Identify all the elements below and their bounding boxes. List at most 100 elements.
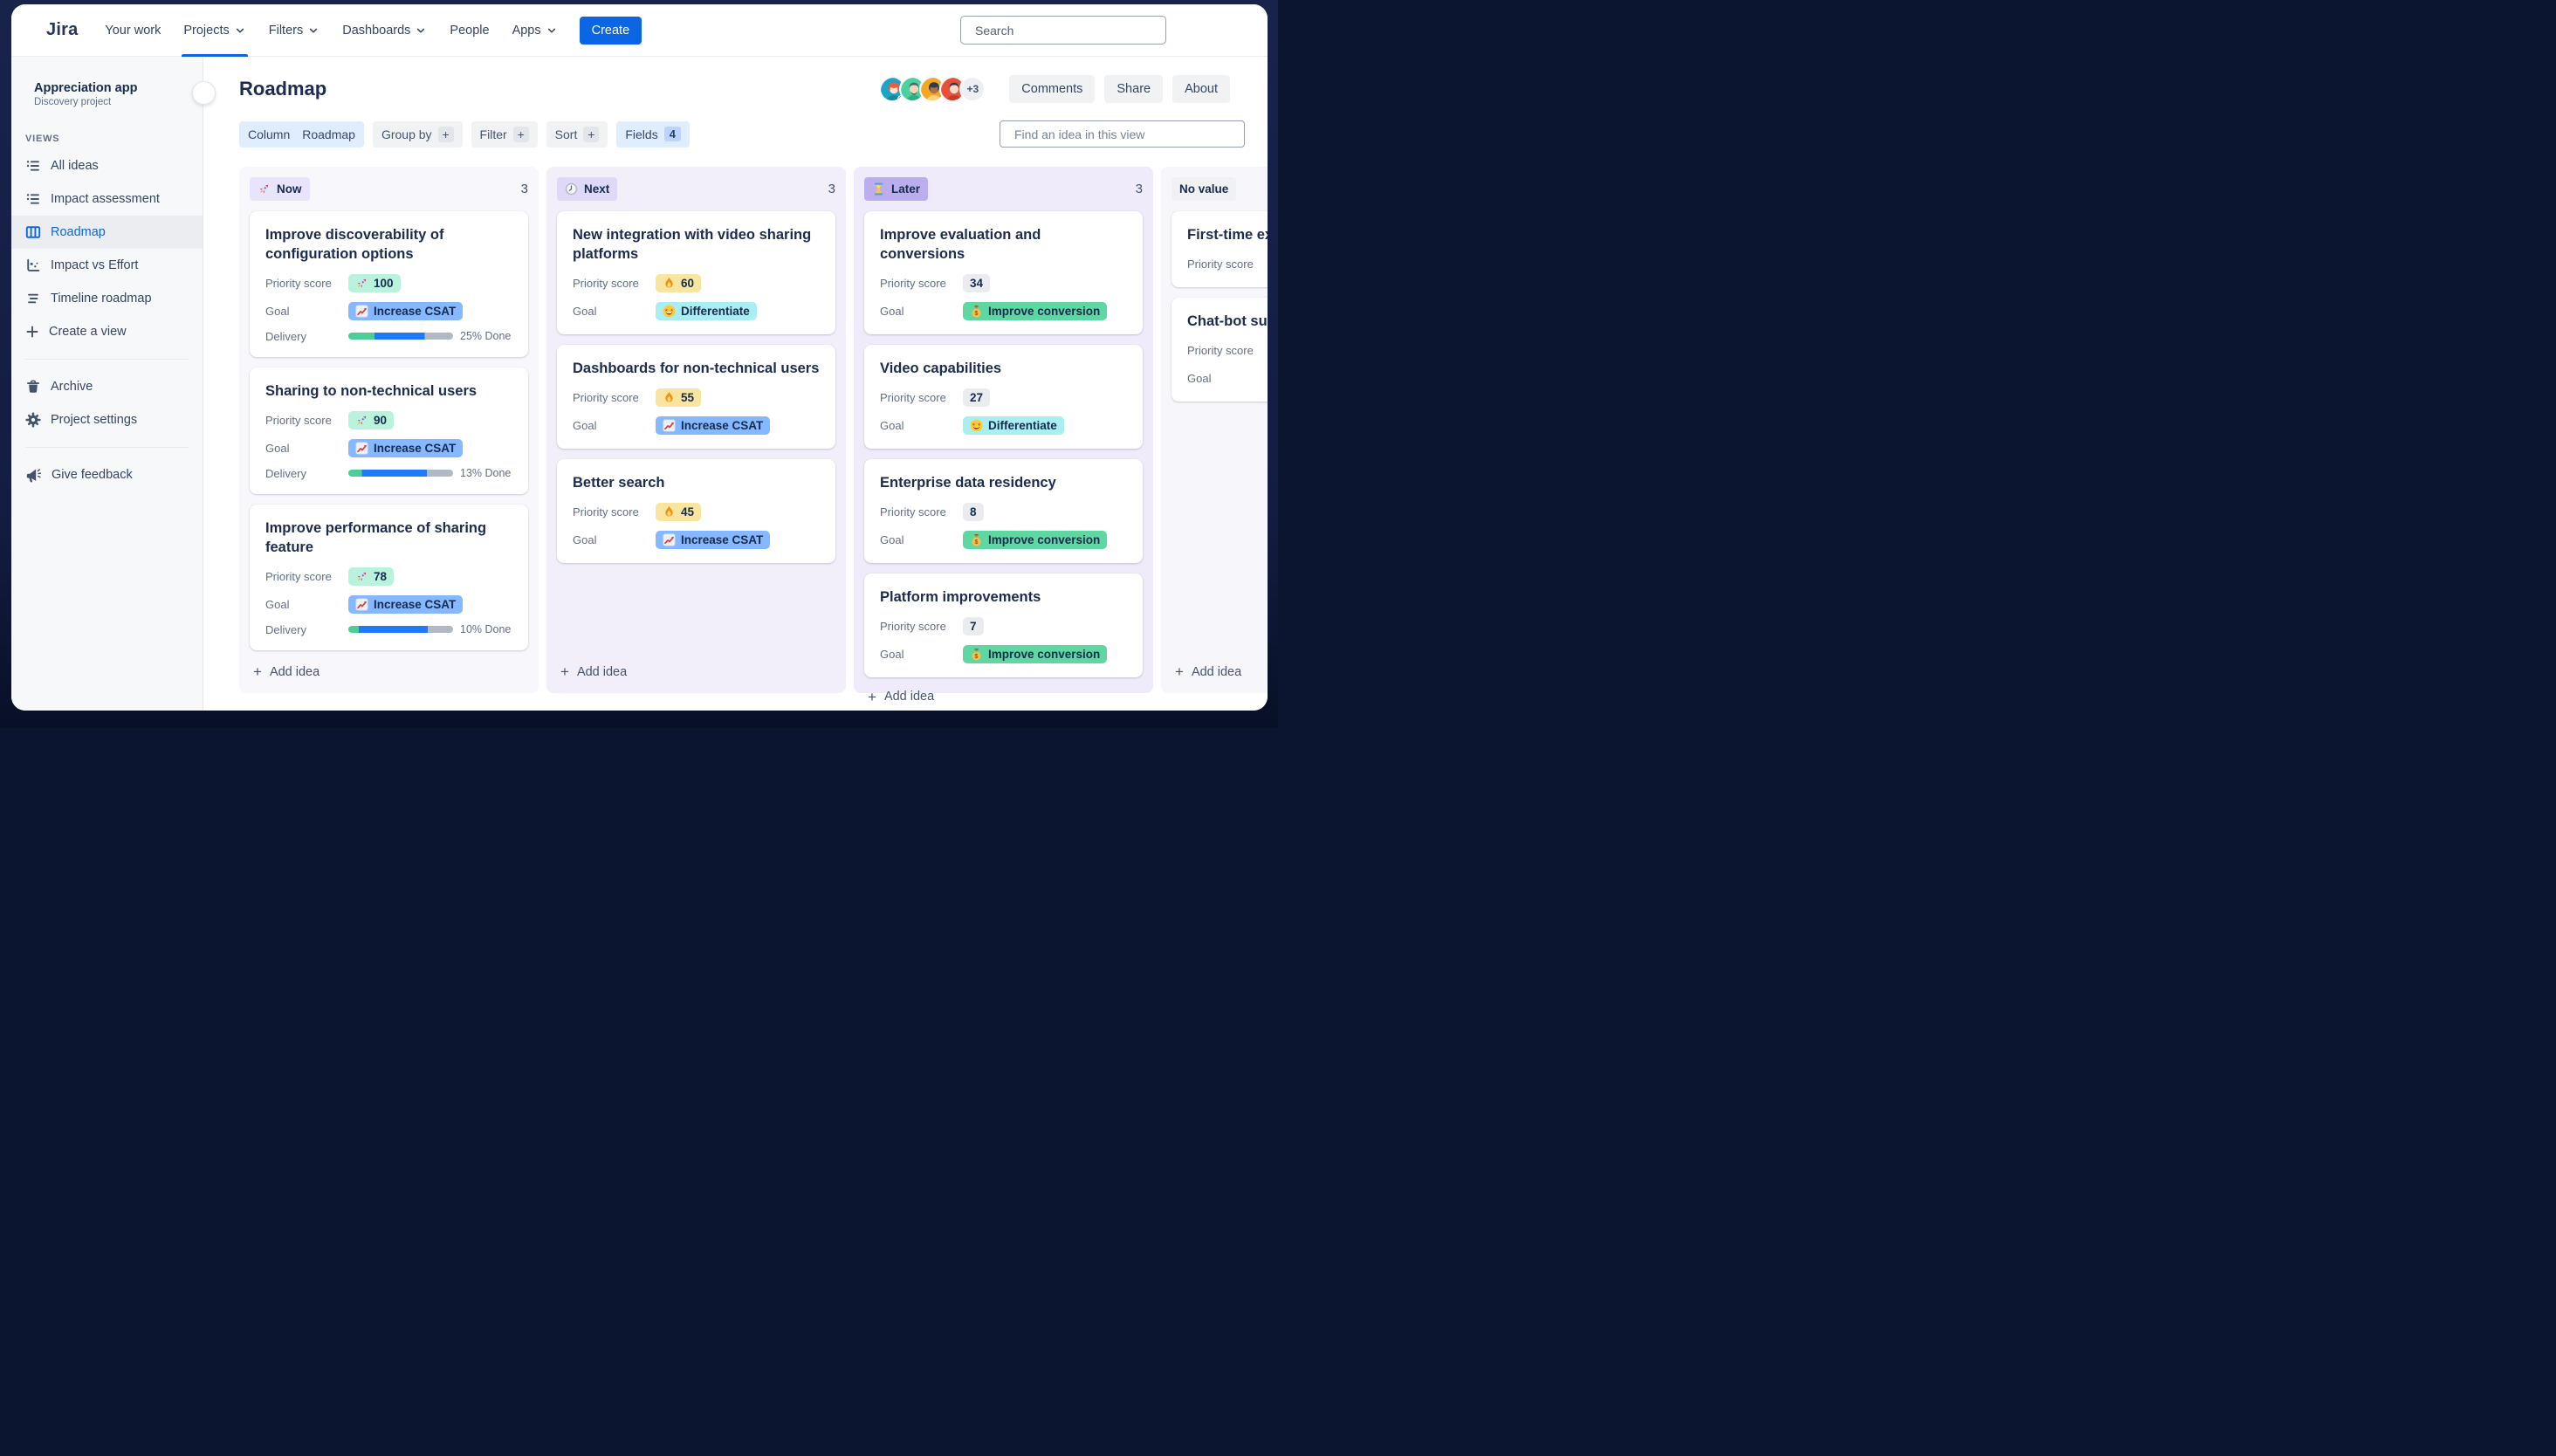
chart-increasing-icon	[355, 305, 368, 318]
svg-text:★: ★	[972, 422, 976, 428]
idea-card[interactable]: Improve performance of sharing feature Pr…	[250, 504, 528, 650]
idea-card[interactable]: Improve evaluation and conversions Priori…	[864, 211, 1143, 334]
nav-item-your-work[interactable]: Your work	[105, 4, 161, 57]
find-idea-search[interactable]	[1000, 120, 1245, 148]
idea-card[interactable]: First-time ex Priority score6	[1172, 211, 1268, 287]
priority-score-row: Priority score 78	[265, 567, 512, 586]
chip-sort[interactable]: Sort +	[546, 120, 608, 148]
view-content: Roadmap +3 Comments Share About Column Roa…	[203, 57, 1268, 711]
idea-card[interactable]: Platform improvements Priority score 7 Goal…	[864, 573, 1143, 677]
sidebar-item-project-settings[interactable]: Project settings	[11, 403, 203, 436]
jira-logo[interactable]: Jira	[41, 20, 78, 40]
comments-button[interactable]: Comments	[1009, 75, 1096, 103]
trash-icon	[25, 379, 41, 395]
field-label: Goal	[880, 304, 904, 318]
contributor-avatars[interactable]: +3	[879, 76, 986, 102]
goal-row: Goal $ Improve conversion	[880, 644, 1127, 663]
sidebar-item-create-a-view[interactable]: Create a view	[11, 315, 203, 348]
nav-item-label: Your work	[105, 23, 161, 38]
create-button[interactable]: Create	[579, 16, 642, 45]
sidebar-item-give-feedback[interactable]: Give feedback	[11, 458, 203, 491]
field-label: Goal	[880, 532, 904, 546]
sidebar-collapse-button[interactable]	[192, 81, 216, 105]
add-idea-label: Add idea	[883, 690, 935, 704]
goal-label: Increase CSAT	[681, 418, 764, 432]
sidebar-item-roadmap[interactable]: Roadmap	[11, 216, 203, 249]
top-navbar: Jira Your work Projects Filters Dashboards P…	[11, 4, 1268, 57]
sidebar-item-label: Roadmap	[51, 225, 106, 239]
goal-badge: Increase CSAT	[656, 530, 771, 549]
idea-card-title: New integration with video sharing platf…	[573, 227, 812, 262]
add-idea-button[interactable]: + Add idea	[1172, 652, 1268, 683]
field-label: Goal	[265, 441, 290, 455]
nav-item-dashboards[interactable]: Dashboards	[342, 4, 427, 57]
list-icon	[25, 191, 41, 207]
add-idea-label: Add idea	[576, 664, 628, 679]
project-header[interactable]: Appreciation app Discovery project	[11, 81, 203, 107]
sidebar-item-impact-vs-effort[interactable]: Impact vs Effort	[11, 249, 203, 282]
priority-score-row: Priority score6	[1187, 255, 1268, 273]
roadmap-board: Now 3 Improve discoverability of configura…	[239, 167, 1268, 711]
goal-label: Increase CSAT	[681, 532, 764, 546]
priority-score-row: Priority score 8	[880, 502, 1127, 521]
scatter-icon	[25, 258, 41, 273]
goal-row: Goal $ Improve conversion	[880, 301, 1127, 320]
idea-card-title: First-time ex	[1187, 227, 1268, 243]
avatar-overflow-badge[interactable]: +3	[959, 76, 986, 102]
add-idea-button[interactable]: + Add idea	[250, 652, 528, 683]
share-button[interactable]: Share	[1104, 75, 1164, 103]
chip-group-by[interactable]: Group by +	[372, 120, 463, 148]
goal-row: Goal ★ ★ Differentiate	[880, 416, 1127, 435]
rocket-icon	[355, 570, 368, 583]
idea-card[interactable]: Sharing to non-technical users Priority s…	[250, 367, 528, 494]
rocket-icon	[355, 277, 368, 290]
nav-item-apps[interactable]: Apps	[512, 4, 558, 57]
sidebar-item-impact-assessment[interactable]: Impact assessment	[11, 182, 203, 216]
view-controls: Column Roadmap Group by + Filter + Sort + Fiel…	[239, 120, 1268, 148]
chip-fields[interactable]: Fields 4	[616, 120, 690, 148]
field-label: Goal	[880, 418, 904, 432]
idea-card[interactable]: Improve discoverability of configuration…	[250, 211, 528, 357]
priority-score-value: 7	[970, 619, 977, 633]
clock-icon	[565, 182, 578, 196]
idea-card[interactable]: Enterprise data residency Priority score 8…	[864, 458, 1143, 563]
chip-filter[interactable]: Filter +	[471, 120, 538, 148]
chart-increasing-icon	[663, 419, 676, 432]
sidebar-item-archive[interactable]: Archive	[11, 370, 203, 403]
priority-score-row: Priority score 45	[573, 502, 820, 521]
sidebar-item-timeline-roadmap[interactable]: Timeline roadmap	[11, 282, 203, 315]
idea-card[interactable]: Video capabilities Priority score 27 Goal ★ ★…	[864, 344, 1143, 449]
global-search-input[interactable]	[975, 23, 1158, 38]
nav-item-people[interactable]: People	[450, 4, 489, 57]
goal-badge: Increase CSAT	[656, 416, 771, 435]
goal-row: Goal Increase CSAT	[573, 416, 820, 435]
idea-card[interactable]: Dashboards for non-technical users Priori…	[557, 344, 835, 449]
delivery-percent-label: 25% Done	[460, 330, 512, 343]
fire-icon	[663, 277, 676, 290]
field-label: Priority score	[880, 276, 946, 290]
idea-card-title: Improve performance of sharing feature	[265, 519, 487, 555]
about-button[interactable]: About	[1172, 75, 1230, 103]
add-idea-button[interactable]: + Add idea	[864, 677, 1143, 708]
idea-card[interactable]: New integration with video sharing platf…	[557, 211, 835, 334]
global-search[interactable]	[960, 16, 1166, 45]
column-grouping-chip[interactable]: Column Roadmap	[239, 120, 364, 148]
goal-label: Improve conversion	[988, 647, 1101, 661]
list-icon	[25, 158, 41, 174]
nav-item-filters[interactable]: Filters	[269, 4, 320, 57]
idea-card[interactable]: Chat-bot su Priority score6 Goal★★	[1172, 297, 1268, 402]
plus-icon: +	[560, 663, 569, 680]
project-name: Appreciation app	[34, 81, 138, 95]
sidebar-item-all-ideas[interactable]: All ideas	[11, 149, 203, 182]
add-idea-button[interactable]: + Add idea	[557, 652, 835, 683]
board-column-no-value: No valueFirst-time exPriority score6Chat…	[1161, 167, 1268, 693]
priority-score-badge: 8	[963, 502, 984, 521]
priority-score-value: 55	[681, 390, 695, 404]
column-status-chip: Later	[864, 177, 929, 201]
goal-row: Goal Increase CSAT	[265, 438, 512, 457]
user-avatar[interactable]	[1226, 17, 1254, 45]
goal-badge: ★ ★ Differentiate	[963, 416, 1064, 435]
idea-card[interactable]: Better search Priority score 45 Goal Increas…	[557, 458, 835, 563]
find-idea-input[interactable]	[1014, 127, 1236, 141]
nav-item-projects[interactable]: Projects	[182, 4, 249, 57]
